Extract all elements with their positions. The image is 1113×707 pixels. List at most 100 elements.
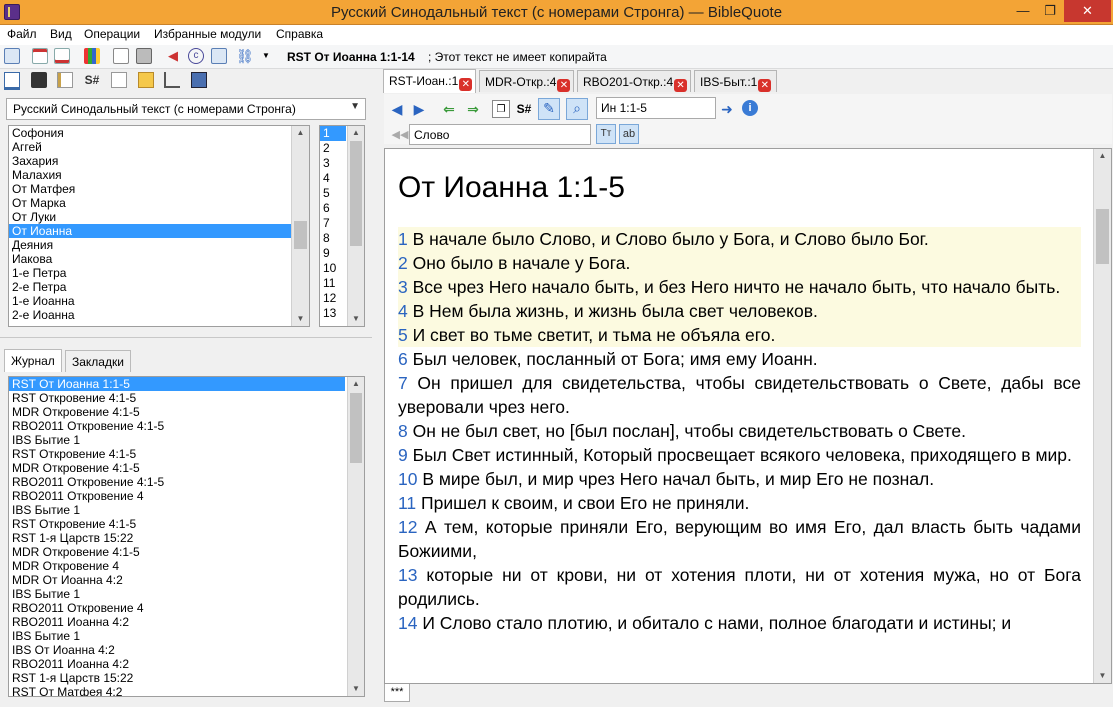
reference-input[interactable]: Ин 1:1-5 <box>596 97 716 119</box>
verse-number[interactable]: 10 <box>398 469 417 489</box>
book-item[interactable]: 2-е Иоанна <box>9 308 309 322</box>
copyright-icon[interactable]: c <box>188 48 204 64</box>
chevron-down-icon[interactable]: ▼ <box>258 48 274 64</box>
history-item[interactable]: RBO2011 Откровение 4:1-5 <box>9 475 364 489</box>
history-item[interactable]: RST 1-я Царств 15:22 <box>9 671 364 685</box>
close-tab-icon[interactable] <box>54 48 70 64</box>
verse-number[interactable]: 11 <box>398 493 416 513</box>
panel-toggle-icon[interactable] <box>4 48 20 64</box>
menu-view[interactable]: Вид <box>50 27 72 41</box>
book-item[interactable]: 2-е Петра <box>9 280 309 294</box>
verse-number[interactable]: 8 <box>398 421 408 441</box>
next-chapter-icon[interactable]: ⇒ <box>464 100 482 118</box>
doc-tab-mdr[interactable]: MDR-Откр.:4 ✕ <box>479 70 574 92</box>
search-icon[interactable]: ⌕ <box>566 98 588 120</box>
module-select[interactable]: Русский Синодальный текст (с номерами Ст… <box>6 98 366 120</box>
scroll-up-icon[interactable]: ▲ <box>348 377 364 391</box>
tree-icon[interactable] <box>164 72 180 88</box>
tab-history[interactable]: Журнал <box>4 349 62 372</box>
split-view-icon[interactable] <box>211 48 227 64</box>
history-item[interactable]: RST Откровение 4:1-5 <box>9 517 364 531</box>
history-item[interactable]: IBS От Иоанна 4:2 <box>9 643 364 657</box>
prev-chapter-icon[interactable]: ⇐ <box>440 100 458 118</box>
history-item[interactable]: RST 1-я Царств 15:22 <box>9 531 364 545</box>
doc-tab-rbo[interactable]: RBO201-Откр.:4 ✕ <box>577 70 691 92</box>
verse-number[interactable]: 12 <box>398 517 417 537</box>
link-icon[interactable]: ⛓ <box>236 48 254 64</box>
verse-number[interactable]: 6 <box>398 349 408 369</box>
maximize-button[interactable]: ❐ <box>1036 0 1064 22</box>
history-item[interactable]: MDR Откровение 4:1-5 <box>9 405 364 419</box>
whole-word-icon[interactable]: ab <box>619 124 639 144</box>
chapter-list[interactable]: 1 2 3 4 5 6 7 8 9 10 11 12 13 ▲ ▼ <box>319 125 365 327</box>
doc-tab-ibs[interactable]: IBS-Быт.:1 ✕ <box>694 70 777 92</box>
folder-icon[interactable] <box>138 72 154 88</box>
library-icon[interactable] <box>31 72 47 88</box>
verse-number[interactable]: 2 <box>398 253 408 273</box>
history-item[interactable]: MDR Откровение 4 <box>9 559 364 573</box>
book-item[interactable]: 1-е Петра <box>9 266 309 280</box>
close-tab-icon[interactable]: ✕ <box>758 79 772 92</box>
scroll-thumb[interactable] <box>350 141 362 246</box>
history-item[interactable]: RST Откровение 4:1-5 <box>9 391 364 405</box>
info-icon[interactable]: i <box>742 100 758 116</box>
history-list[interactable]: RST От Иоанна 1:1-5 RST Откровение 4:1-5… <box>8 376 365 697</box>
left-panel-splitter[interactable] <box>0 337 372 341</box>
forward-icon[interactable]: ▶ <box>410 100 428 118</box>
menu-help[interactable]: Справка <box>276 27 323 41</box>
history-item[interactable]: IBS Бытие 1 <box>9 503 364 517</box>
sound-icon[interactable]: ◀ <box>165 48 181 64</box>
book-list[interactable]: Софония Аггей Захария Малахия От Матфея … <box>8 125 310 327</box>
scroll-thumb[interactable] <box>1096 209 1109 264</box>
verse-number[interactable]: 1 <box>398 229 408 249</box>
history-item[interactable]: MDR От Иоанна 4:2 <box>9 573 364 587</box>
close-tab-icon[interactable]: ✕ <box>674 79 688 92</box>
verse-number[interactable]: 13 <box>398 565 417 585</box>
history-item[interactable]: RBO2011 Иоанна 4:2 <box>9 657 364 671</box>
scroll-down-icon[interactable]: ▼ <box>1094 669 1111 683</box>
notes-icon[interactable] <box>57 72 73 88</box>
book-item[interactable]: Малахия <box>9 168 309 182</box>
doc-tab-rst[interactable]: RST-Иоан.:1 ✕ <box>383 69 476 93</box>
strong-numbers-icon[interactable]: S# <box>515 100 533 118</box>
tab-new[interactable]: *** <box>384 684 410 702</box>
chapter-list-scrollbar[interactable]: ▲ ▼ <box>347 126 364 326</box>
scroll-down-icon[interactable]: ▼ <box>292 312 309 326</box>
strong-icon[interactable]: S# <box>84 72 100 88</box>
case-sensitive-icon[interactable]: Tт <box>596 124 616 144</box>
new-tab-icon[interactable] <box>32 48 48 64</box>
history-item[interactable]: IBS Бытие 1 <box>9 433 364 447</box>
menu-operations[interactable]: Операции <box>84 27 140 41</box>
history-item[interactable]: MDR Откровение 4:1-5 <box>9 545 364 559</box>
back-icon[interactable]: ◀ <box>388 100 406 118</box>
book-item[interactable]: От Матфея <box>9 182 309 196</box>
book-item[interactable]: Иакова <box>9 252 309 266</box>
book-item[interactable]: От Марка <box>9 196 309 210</box>
book-item[interactable]: 1-е Иоанна <box>9 294 309 308</box>
search-back-icon[interactable]: ◀◀ <box>391 126 409 144</box>
comments-icon[interactable] <box>111 72 127 88</box>
scroll-down-icon[interactable]: ▼ <box>348 682 364 696</box>
history-item[interactable]: IBS Бытие 1 <box>9 629 364 643</box>
scroll-thumb[interactable] <box>294 221 307 249</box>
history-item-selected[interactable]: RST От Иоанна 1:1-5 <box>9 377 345 391</box>
verse-number[interactable]: 5 <box>398 325 408 345</box>
history-item[interactable]: RST Откровение 4:1-5 <box>9 447 364 461</box>
scroll-thumb[interactable] <box>350 393 362 463</box>
history-item[interactable]: RBO2011 Иоанна 4:2 <box>9 615 364 629</box>
book-item[interactable]: От Луки <box>9 210 309 224</box>
copy-icon[interactable] <box>113 48 129 64</box>
go-icon[interactable]: ➜ <box>718 100 736 118</box>
color-icon[interactable] <box>84 48 100 64</box>
chapter-item-selected[interactable]: 1 <box>320 126 346 141</box>
history-item[interactable]: RST От Матфея 4:2 <box>9 685 364 696</box>
book-item[interactable]: Софония <box>9 126 309 140</box>
minimize-button[interactable]: — <box>1010 0 1036 22</box>
close-tab-icon[interactable]: ✕ <box>557 79 571 92</box>
scroll-up-icon[interactable]: ▲ <box>292 126 309 140</box>
search-input[interactable]: Слово <box>409 124 591 145</box>
verse-number[interactable]: 9 <box>398 445 408 465</box>
book-item[interactable]: Аггей <box>9 140 309 154</box>
close-tab-icon[interactable]: ✕ <box>459 78 473 91</box>
verse-number[interactable]: 3 <box>398 277 408 297</box>
